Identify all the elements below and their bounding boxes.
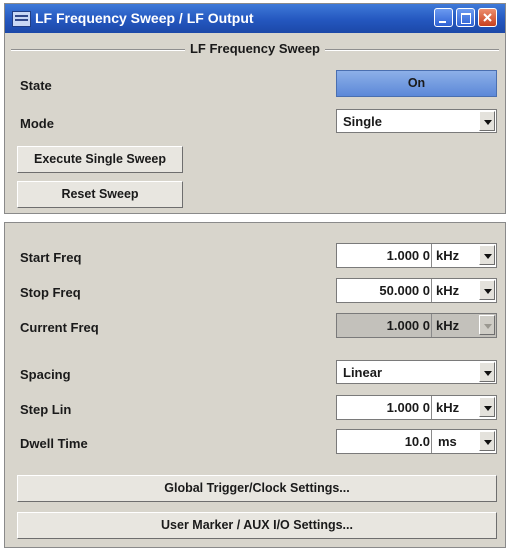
current-freq-separator	[431, 314, 432, 337]
group-title: LF Frequency Sweep	[5, 41, 505, 56]
step-lin-unit[interactable]: kHz	[436, 400, 459, 415]
reset-sweep-button[interactable]: Reset Sweep	[17, 181, 183, 208]
stop-freq-unit[interactable]: kHz	[436, 283, 459, 298]
step-lin-input[interactable]: 1.000 0 kHz	[336, 395, 497, 420]
user-marker-aux-io-settings-button[interactable]: User Marker / AUX I/O Settings...	[17, 512, 497, 539]
spacing-value: Linear	[343, 365, 383, 380]
stop-freq-unit-dropdown-icon[interactable]	[479, 280, 495, 300]
start-freq-unit-dropdown-icon[interactable]	[479, 245, 495, 265]
current-freq-unit: kHz	[436, 318, 460, 333]
current-freq-unit-dropdown-icon	[479, 315, 495, 335]
close-icon	[483, 13, 492, 22]
spacing-label: Spacing	[20, 367, 71, 382]
window-titlebar: LF Frequency Sweep / LF Output	[5, 4, 505, 33]
spacing-dropdown-arrow-icon[interactable]	[479, 362, 495, 382]
dwell-time-value: 10.0	[404, 434, 430, 449]
global-trigger-clock-settings-button[interactable]: Global Trigger/Clock Settings...	[17, 475, 497, 502]
dwell-time-input[interactable]: 10.0 ms	[336, 429, 497, 454]
dwell-time-separator	[431, 430, 432, 453]
sweep-bottom-panel: Start Freq 1.000 0 kHz Stop Freq 50.000 …	[4, 222, 506, 548]
maximize-button[interactable]	[456, 8, 475, 27]
mode-select[interactable]: Single	[336, 109, 497, 133]
stop-freq-label: Stop Freq	[20, 285, 81, 300]
start-freq-value: 1.000 0	[386, 248, 430, 263]
current-freq-display: 1.000 0 kHz	[336, 313, 497, 338]
maximize-icon	[461, 13, 471, 24]
start-freq-label: Start Freq	[20, 250, 82, 265]
stop-freq-separator	[431, 279, 432, 302]
start-freq-unit[interactable]: kHz	[436, 248, 459, 263]
close-button[interactable]	[478, 8, 497, 27]
dwell-time-unit[interactable]: ms	[438, 434, 457, 449]
mode-dropdown-arrow-icon[interactable]	[479, 111, 495, 131]
stop-freq-value: 50.000 0	[379, 283, 430, 298]
dwell-time-unit-dropdown-icon[interactable]	[479, 431, 495, 451]
step-lin-label: Step Lin	[20, 402, 72, 417]
state-label: State	[20, 78, 52, 93]
state-toggle-button[interactable]: On	[336, 70, 497, 97]
mode-label: Mode	[20, 116, 54, 131]
sweep-top-panel: LF Frequency Sweep / LF Output LF Freque…	[4, 3, 506, 214]
step-lin-value: 1.000 0	[386, 400, 430, 415]
step-lin-separator	[431, 396, 432, 419]
stop-freq-input[interactable]: 50.000 0 kHz	[336, 278, 497, 303]
spacing-select[interactable]: Linear	[336, 360, 497, 384]
current-freq-label: Current Freq	[20, 320, 99, 335]
minimize-button[interactable]	[434, 8, 453, 27]
execute-single-sweep-button[interactable]: Execute Single Sweep	[17, 146, 183, 173]
mode-value: Single	[343, 114, 383, 129]
dwell-time-label: Dwell Time	[20, 436, 88, 451]
step-lin-unit-dropdown-icon[interactable]	[479, 397, 495, 417]
start-freq-separator	[431, 244, 432, 267]
start-freq-input[interactable]: 1.000 0 kHz	[336, 243, 497, 268]
window-app-icon	[12, 11, 31, 27]
minimize-icon	[439, 21, 446, 23]
window-title: LF Frequency Sweep / LF Output	[35, 10, 254, 26]
current-freq-value: 1.000 0	[386, 318, 430, 333]
